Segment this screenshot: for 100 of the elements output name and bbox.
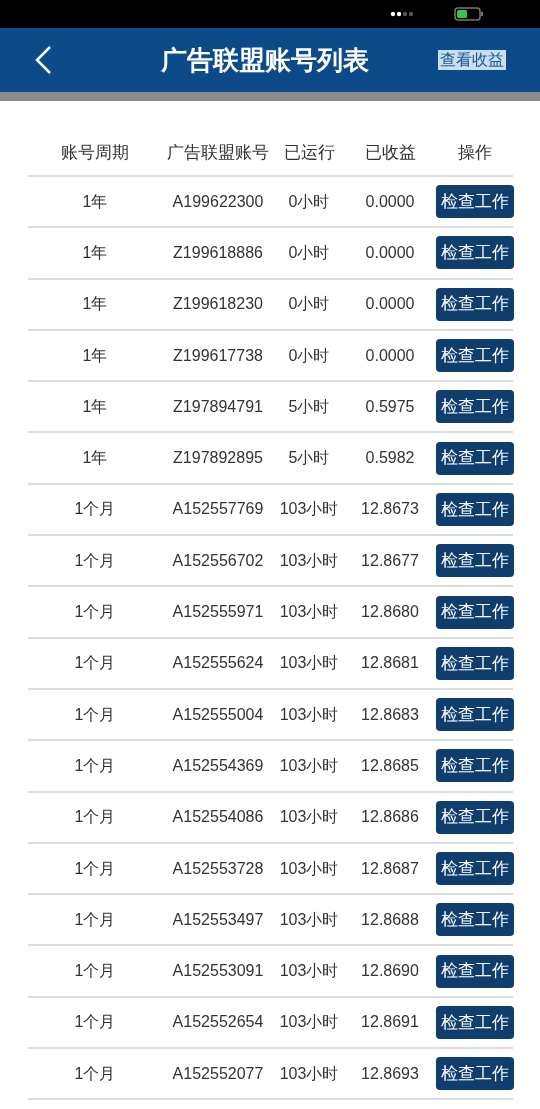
- table-cell-text: 0小时: [287, 345, 331, 366]
- check-work-button[interactable]: 检查工作: [436, 185, 514, 219]
- table-cell-text: 12.8673: [360, 499, 420, 520]
- table-cell-text: 103小时: [278, 909, 340, 930]
- table-cell-text: 5小时: [287, 448, 331, 469]
- table-cell-text: 1个月: [73, 1012, 117, 1033]
- check-work-button[interactable]: 检查工作: [436, 441, 514, 475]
- table-cell-text: 103小时: [278, 550, 340, 571]
- check-work-button[interactable]: 检查工作: [436, 1005, 514, 1039]
- table-cell-text: A199622300: [171, 191, 265, 212]
- signal-icon: [390, 11, 414, 17]
- table-cell-text: 0.0000: [364, 191, 416, 212]
- table-cell-text: 12.8677: [360, 550, 420, 571]
- table-cell-text: 12.8693: [360, 1063, 420, 1084]
- table-cell-text: 12.8686: [360, 807, 420, 828]
- table-cell-text: 1个月: [73, 704, 117, 725]
- table-cell-text: A152555004: [171, 704, 265, 725]
- check-work-button[interactable]: 检查工作: [436, 800, 514, 834]
- table-cell-text: 1年: [81, 448, 109, 469]
- table-cell-text: Z199618230: [172, 294, 264, 315]
- check-work-button[interactable]: 检查工作: [436, 903, 514, 937]
- table-cell-text: 1年: [81, 191, 109, 212]
- table-cell-text: 1个月: [73, 1063, 117, 1084]
- table-cell-text: A152553728: [171, 858, 265, 879]
- column-header: 已收益: [363, 142, 417, 165]
- table-cell-text: Z199617738: [172, 345, 264, 366]
- check-work-button[interactable]: 检查工作: [436, 1057, 514, 1091]
- table-cell-text: 1年: [81, 242, 109, 263]
- table-cell-text: A152552077: [171, 1063, 265, 1084]
- column-header: 操作: [457, 142, 493, 165]
- table-cell-text: 1个月: [73, 550, 117, 571]
- table-cell-text: 1个月: [73, 602, 117, 622]
- table-cell-text: 1年: [81, 396, 109, 417]
- table-cell-text: A152553497: [171, 909, 265, 930]
- table-cell-text: 1个月: [73, 499, 117, 520]
- table-cell-text: 103小时: [278, 961, 340, 982]
- check-work-button[interactable]: 检查工作: [436, 954, 514, 988]
- check-work-button[interactable]: 检查工作: [436, 646, 514, 680]
- table-cell-text: A152554369: [171, 755, 265, 776]
- table-cell-text: 1年: [81, 294, 109, 315]
- view-earnings-button[interactable]: 查看收益: [438, 50, 506, 70]
- table-cell-text: 12.8691: [360, 1012, 420, 1033]
- check-work-button[interactable]: 检查工作: [436, 749, 514, 783]
- column-header: 已运行: [282, 142, 336, 165]
- table-cell-text: 1个月: [73, 755, 117, 776]
- table-cell-text: A152554086: [171, 807, 265, 828]
- check-work-button[interactable]: 检查工作: [436, 287, 514, 321]
- table-cell-text: 12.8690: [360, 961, 420, 982]
- table-cell-text: 0.0000: [364, 294, 416, 315]
- table-cell-text: A152553091: [171, 961, 265, 982]
- table-cell-text: 103小时: [278, 807, 340, 828]
- table-cell-text: 103小时: [278, 755, 340, 776]
- table-cell-text: 12.8688: [360, 909, 420, 930]
- check-work-button[interactable]: 检查工作: [436, 698, 514, 732]
- table-cell-text: Z197892895: [172, 448, 264, 469]
- table-cell-text: 0.0000: [364, 242, 416, 263]
- table-cell-text: 12.8680: [360, 602, 420, 622]
- table-cell-text: 1个月: [73, 858, 117, 879]
- table-cell-text: 0.0000: [364, 345, 416, 366]
- table-cell-text: 0小时: [287, 294, 331, 315]
- table-cell-text: 12.8687: [360, 858, 420, 879]
- table-cell-text: 103小时: [278, 499, 340, 520]
- table-cell-text: 0小时: [287, 242, 331, 263]
- check-work-button[interactable]: 检查工作: [436, 236, 514, 270]
- table-cell-text: 0.5982: [364, 448, 416, 469]
- column-header: 账号周期: [60, 142, 130, 165]
- table-cell-text: 0小时: [287, 191, 331, 212]
- table-cell-text: 12.8683: [360, 704, 420, 725]
- check-work-button[interactable]: 检查工作: [436, 544, 514, 578]
- table-cell-text: 103小时: [278, 653, 340, 674]
- table-cell-text: 103小时: [278, 704, 340, 725]
- table-cell-text: Z197894791: [172, 396, 264, 417]
- table-cell-text: 12.8685: [360, 755, 420, 776]
- check-work-button[interactable]: 检查工作: [436, 595, 514, 629]
- table-cell-text: 103小时: [278, 1012, 340, 1033]
- check-work-button[interactable]: 检查工作: [436, 852, 514, 885]
- table-cell-text: 12.8681: [360, 653, 420, 674]
- table-cell-text: 5小时: [287, 396, 331, 417]
- check-work-button[interactable]: 检查工作: [436, 492, 514, 526]
- table-cell-text: 103小时: [278, 602, 340, 622]
- table-cell-text: 1个月: [73, 961, 117, 982]
- table-cell-text: A152552654: [171, 1012, 265, 1033]
- table-cell-text: 1个月: [73, 807, 117, 828]
- check-work-button[interactable]: 检查工作: [436, 339, 514, 373]
- column-header: 广告联盟账号: [166, 142, 270, 165]
- table-cell-text: 0.5975: [364, 396, 416, 417]
- battery-icon: [454, 7, 484, 21]
- back-icon[interactable]: [34, 45, 52, 75]
- table-cell-text: 1个月: [73, 909, 117, 930]
- table-cell-text: A152555971: [171, 602, 265, 622]
- table-cell-text: 1个月: [73, 653, 117, 674]
- check-work-button[interactable]: 检查工作: [436, 390, 514, 424]
- table-cell-text: A152557769: [171, 499, 265, 520]
- table-cell-text: A152555624: [171, 653, 265, 674]
- table-cell-text: 103小时: [278, 858, 340, 879]
- page-title: 广告联盟账号列表: [160, 43, 370, 77]
- table-cell-text: A152556702: [171, 550, 265, 571]
- table-cell-text: 103小时: [278, 1063, 340, 1084]
- table-cell-text: 1年: [81, 345, 109, 366]
- table-cell-text: Z199618886: [172, 242, 264, 263]
